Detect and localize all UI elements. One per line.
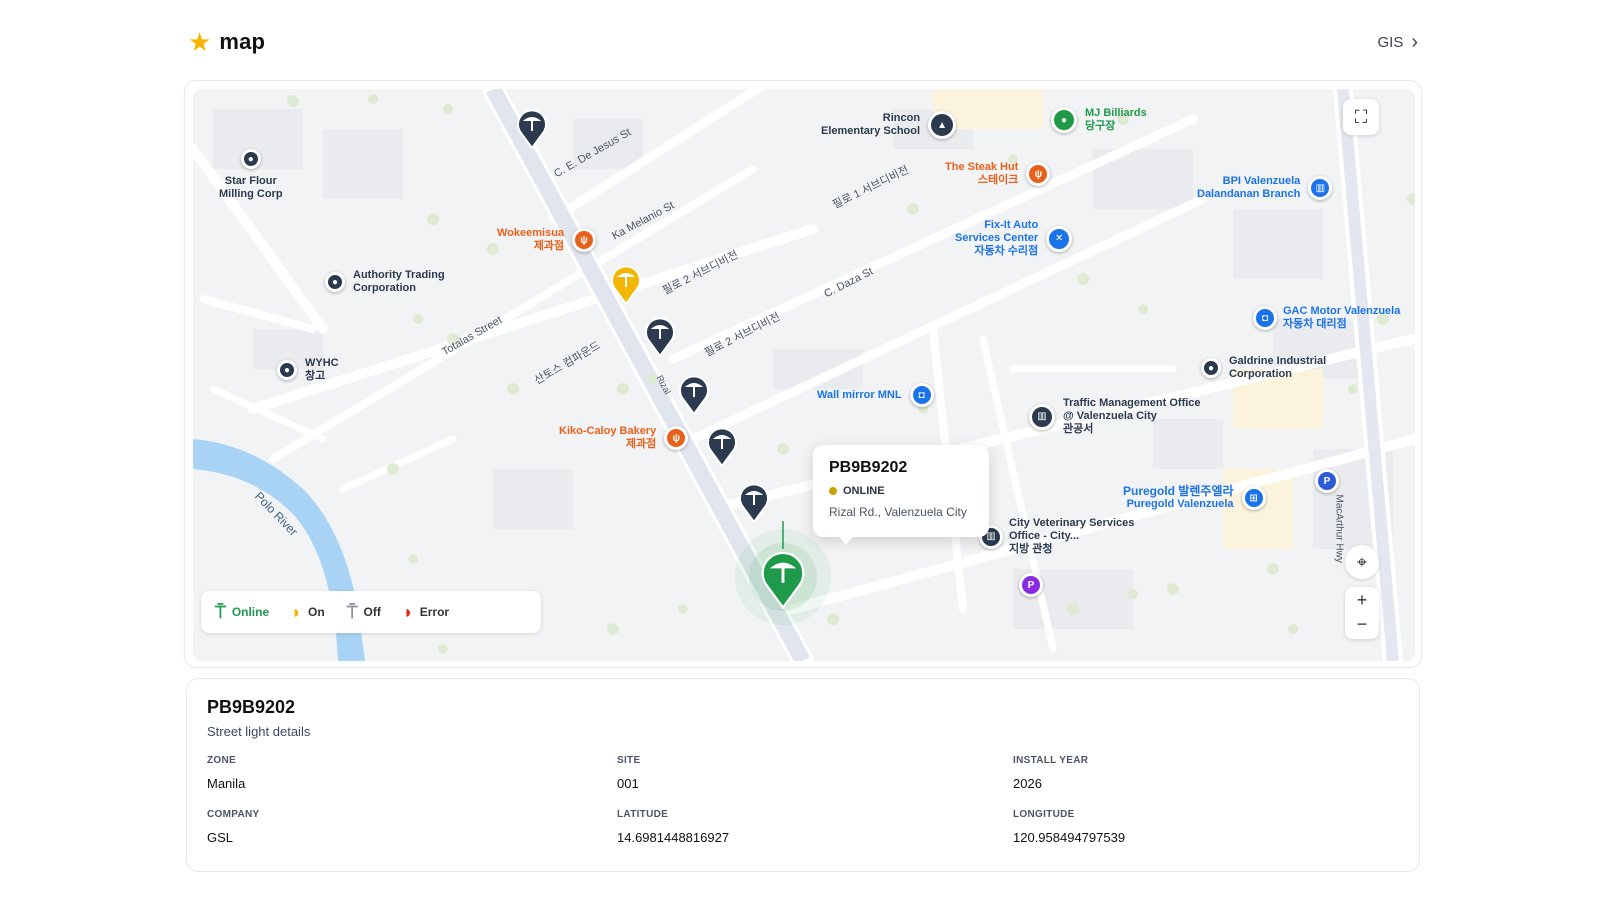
details-subtitle: Street light details xyxy=(207,724,311,739)
legend-error: ◗ Error xyxy=(402,601,450,622)
gis-link[interactable]: GIS › xyxy=(1377,32,1418,52)
field-company: COMPANY GSL xyxy=(207,809,260,845)
streetlight-icon xyxy=(517,109,547,150)
popup-id: PB9B9202 xyxy=(829,459,908,476)
bag-icon: ◘ xyxy=(1253,306,1277,330)
parking-marker-2[interactable]: P xyxy=(1019,573,1043,597)
status-dot xyxy=(829,487,837,495)
fork-knife-icon: ψ xyxy=(572,228,597,252)
parking-icon: P xyxy=(1315,469,1339,493)
details-id: PB9B9202 xyxy=(207,697,296,717)
streetlight-on-icon: ◗ xyxy=(291,601,303,622)
poi-fix-it[interactable]: Fix-It Auto Services Center 자동차 수리점 ✕ xyxy=(955,219,1073,258)
poi-bpi[interactable]: BPI Valenzuela Dalandanan Branch ▥ xyxy=(1197,175,1333,201)
poi-vet[interactable]: ▥ City Veterinary Services Office - City.… xyxy=(979,517,1134,556)
streetlight-icon xyxy=(679,375,709,416)
streetlight-popup[interactable]: PB9B9202 ONLINE Rizal Rd., Valenzuela Ci… xyxy=(813,445,989,545)
poi-rincon[interactable]: Rincon Elementary School ▲ xyxy=(821,111,957,139)
streetlight-icon xyxy=(739,483,769,524)
school-icon: ▲ xyxy=(928,111,957,139)
page-title: map xyxy=(219,29,266,54)
map-card: C. E. De Jesus St Ka Melanio St 필로 1 서브디… xyxy=(184,80,1422,668)
locate-button[interactable]: ⌖ xyxy=(1345,545,1379,579)
gis-link-label: GIS xyxy=(1377,33,1404,51)
streetlight-pin[interactable] xyxy=(517,109,547,150)
bag-icon: ◘ xyxy=(909,383,934,407)
poi-wokeemisua[interactable]: Wokeemisua 제과점 ψ xyxy=(497,227,597,253)
government-icon: ▥ xyxy=(1029,403,1055,430)
poi-star-flour[interactable]: ● Star Flour Milling Corp xyxy=(219,149,283,201)
poi-kiko-caloy[interactable]: Kiko-Caloy Bakery 제과점 ψ xyxy=(559,425,689,451)
page-header: ★ map GIS › xyxy=(188,26,1418,58)
details-card: PB9B9202 Street light details ZONE Manil… xyxy=(186,678,1420,872)
location-icon: ● xyxy=(277,360,297,380)
streetlight-off-icon: ⍑ xyxy=(346,601,358,622)
star-icon: ★ xyxy=(188,27,212,57)
field-longitude: LONGITUDE 120.958494797539 xyxy=(1013,809,1126,845)
poi-galdrine[interactable]: ● Galdrine Industrial Corporation xyxy=(1201,355,1326,381)
popup-status-text: ONLINE xyxy=(843,485,885,497)
legend-online: ⍑ Online xyxy=(215,601,270,622)
map-canvas[interactable]: C. E. De Jesus St Ka Melanio St 필로 1 서브디… xyxy=(193,89,1415,661)
bank-icon: ▥ xyxy=(1308,176,1333,200)
streetlight-pin[interactable] xyxy=(679,375,709,416)
poi-authority[interactable]: ● Authority Trading Corporation xyxy=(325,269,445,295)
field-site: SITE 001 xyxy=(617,755,641,791)
chevron-right-icon: › xyxy=(1411,31,1418,53)
streetlight-pin[interactable] xyxy=(707,427,737,468)
fork-knife-icon: ψ xyxy=(1026,162,1051,186)
poi-steak-hut[interactable]: The Steak Hut 스테이크 ψ xyxy=(945,161,1051,187)
parking-icon: P xyxy=(1019,573,1043,597)
field-install-year: INSTALL YEAR 2026 xyxy=(1013,755,1089,791)
streetlight-pin-on[interactable] xyxy=(611,265,641,306)
legend-off: ⍑ Off xyxy=(346,601,381,622)
streetlight-icon xyxy=(611,265,641,306)
location-icon: ● xyxy=(325,272,345,292)
zoom-in-button[interactable]: + xyxy=(1357,587,1368,613)
field-zone: ZONE Manila xyxy=(207,755,246,791)
road-label-macarthur: MacArthur Hwy xyxy=(1333,494,1345,563)
title-wrap: ★ map xyxy=(188,29,265,55)
billiards-icon: ● xyxy=(1051,107,1077,133)
poi-mj-billiards[interactable]: ● MJ Billiards 당구장 xyxy=(1051,107,1147,133)
fork-knife-icon: ψ xyxy=(664,426,689,450)
fullscreen-button[interactable]: ⛶ xyxy=(1343,99,1379,135)
poi-puregold[interactable]: Puregold 발렌주엘라 Puregold Valenzuela ⊞ xyxy=(1123,485,1266,511)
streetlight-icon xyxy=(645,317,675,358)
streetlight-error-icon: ◗ xyxy=(402,601,414,622)
legend-on: ◗ On xyxy=(291,601,325,622)
poi-wyhc[interactable]: ● WYHC 창고 xyxy=(277,357,339,383)
fullscreen-icon: ⛶ xyxy=(1354,106,1368,127)
location-icon: ● xyxy=(1201,358,1221,378)
poi-wall-mirror[interactable]: Wall mirror MNL ◘ xyxy=(817,383,934,407)
streetlight-icon xyxy=(761,551,805,610)
popup-status: ONLINE xyxy=(829,485,973,497)
streetlight-icon: ⍑ xyxy=(215,601,226,622)
streetlight-pin[interactable] xyxy=(739,483,769,524)
poi-traffic[interactable]: ▥ Traffic Management Office @ Valenzuela … xyxy=(1029,397,1201,436)
map-legend: ⍑ Online ◗ On ⍑ Off ◗ Error xyxy=(201,591,541,633)
zoom-out-button[interactable]: − xyxy=(1357,613,1368,639)
cart-icon: ⊞ xyxy=(1241,486,1266,510)
location-icon: ● xyxy=(240,149,261,169)
car-repair-icon: ✕ xyxy=(1046,225,1073,252)
zoom-control: + − xyxy=(1345,587,1379,639)
streetlight-icon xyxy=(707,427,737,468)
field-latitude: LATITUDE 14.6981448816927 xyxy=(617,809,730,845)
parking-marker-1[interactable]: P xyxy=(1315,469,1339,493)
locate-icon: ⌖ xyxy=(1356,551,1368,572)
popup-address: Rizal Rd., Valenzuela City xyxy=(829,505,967,519)
streetlight-pin-selected[interactable] xyxy=(761,551,805,610)
streetlight-pin[interactable] xyxy=(645,317,675,358)
poi-gac[interactable]: ◘ GAC Motor Valenzuela 자동차 대리점 xyxy=(1253,305,1400,331)
